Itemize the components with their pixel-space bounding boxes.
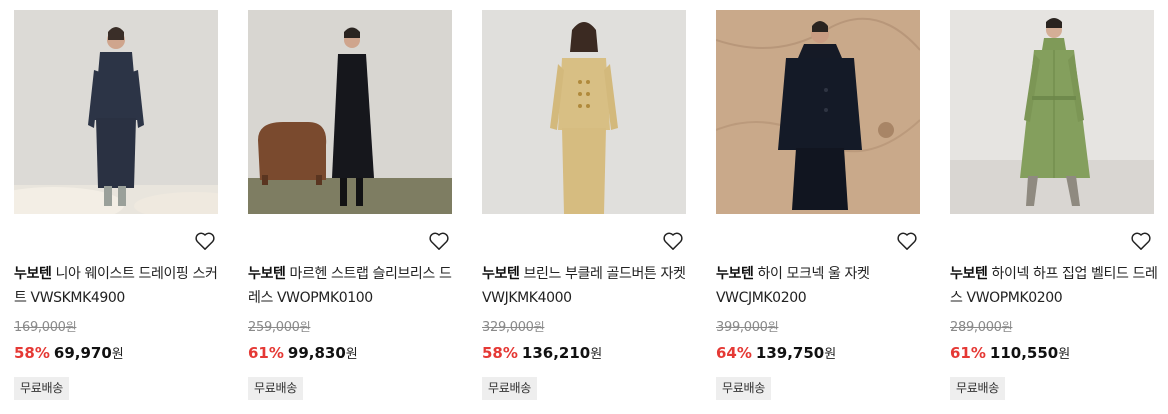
currency-unit: 원	[111, 347, 124, 362]
wishlist-heart-icon[interactable]	[1130, 231, 1154, 253]
original-price: 399,000원	[716, 320, 779, 335]
currency-unit: 원	[824, 347, 837, 362]
product-card[interactable]: 누보텐 브린느 부클레 골드버튼 자켓 VWJKMK4000 329,000원 …	[482, 0, 686, 414]
brand-name: 누보텐	[482, 266, 520, 282]
currency-unit: 원	[1058, 347, 1071, 362]
original-price: 329,000원	[482, 320, 545, 335]
original-price: 169,000원	[14, 320, 77, 335]
wishlist-heart-icon[interactable]	[662, 231, 686, 253]
sale-price: 139,750	[755, 344, 825, 362]
product-title[interactable]: 누보텐 마르헨 스트랩 슬리브리스 드레스 VWOPMK0100	[248, 262, 458, 310]
free-shipping-badge: 무료배송	[14, 377, 69, 400]
wishlist-heart-icon[interactable]	[896, 231, 920, 253]
sale-price: 69,970	[53, 344, 112, 362]
discount-rate: 64%	[716, 344, 752, 362]
price-row: 58% 136,210원	[482, 343, 602, 362]
wishlist-heart-icon[interactable]	[194, 231, 218, 253]
product-title[interactable]: 누보텐 하이넥 하프 집업 벨티드 드레스 VWOPMK0200	[950, 262, 1160, 310]
price-row: 64% 139,750원	[716, 343, 836, 362]
original-price: 259,000원	[248, 320, 311, 335]
discount-rate: 61%	[950, 344, 986, 362]
product-image[interactable]	[482, 10, 686, 214]
original-price: 289,000원	[950, 320, 1013, 335]
product-image[interactable]	[716, 10, 920, 214]
product-image[interactable]	[14, 10, 218, 214]
wishlist-heart-icon[interactable]	[428, 231, 452, 253]
product-title[interactable]: 누보텐 브린느 부클레 골드버튼 자켓 VWJKMK4000	[482, 262, 692, 310]
free-shipping-badge: 무료배송	[950, 377, 1005, 400]
brand-name: 누보텐	[950, 266, 988, 282]
product-image[interactable]	[248, 10, 452, 214]
sale-price: 99,830	[287, 344, 346, 362]
product-card[interactable]: 누보텐 마르헨 스트랩 슬리브리스 드레스 VWOPMK0100 259,000…	[248, 0, 452, 414]
product-title[interactable]: 누보텐 하이 모크넥 울 자켓 VWCJMK0200	[716, 262, 926, 310]
sale-price: 136,210	[521, 344, 591, 362]
discount-rate: 61%	[248, 344, 284, 362]
discount-rate: 58%	[482, 344, 518, 362]
currency-unit: 원	[345, 347, 358, 362]
brand-name: 누보텐	[248, 266, 286, 282]
product-card[interactable]: 누보텐 니아 웨이스트 드레이핑 스커트 VWSKMK4900 169,000원…	[14, 0, 218, 414]
product-title[interactable]: 누보텐 니아 웨이스트 드레이핑 스커트 VWSKMK4900	[14, 262, 224, 310]
product-image[interactable]	[950, 10, 1154, 214]
brand-name: 누보텐	[716, 266, 754, 282]
free-shipping-badge: 무료배송	[482, 377, 537, 400]
price-row: 58% 69,970원	[14, 343, 124, 362]
free-shipping-badge: 무료배송	[716, 377, 771, 400]
price-row: 61% 110,550원	[950, 343, 1070, 362]
discount-rate: 58%	[14, 344, 50, 362]
sale-price: 110,550	[989, 344, 1059, 362]
currency-unit: 원	[590, 347, 603, 362]
price-row: 61% 99,830원	[248, 343, 358, 362]
brand-name: 누보텐	[14, 266, 52, 282]
product-card[interactable]: 누보텐 하이넥 하프 집업 벨티드 드레스 VWOPMK0200 289,000…	[950, 0, 1158, 414]
free-shipping-badge: 무료배송	[248, 377, 303, 400]
product-card[interactable]: 누보텐 하이 모크넥 울 자켓 VWCJMK0200 399,000원 64% 1…	[716, 0, 920, 414]
